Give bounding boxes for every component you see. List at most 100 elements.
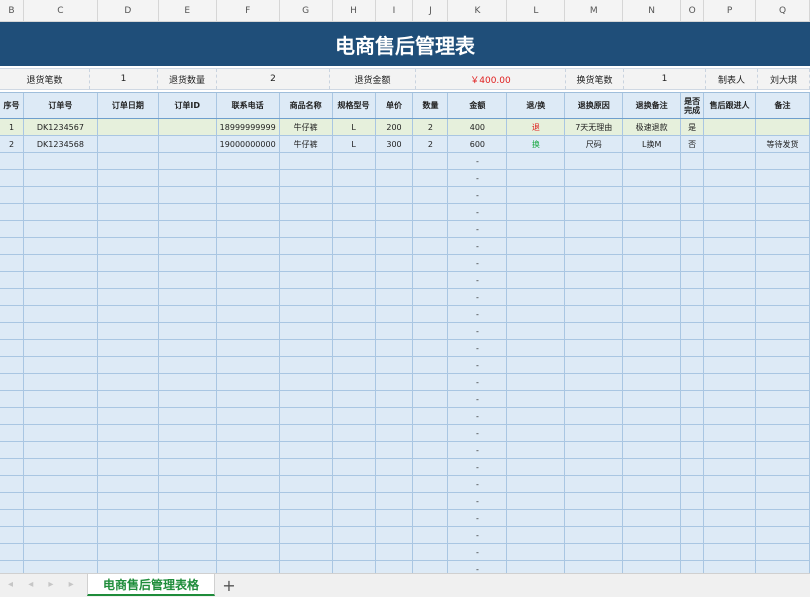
column-letter-n[interactable]: N bbox=[623, 0, 682, 21]
table-cell[interactable] bbox=[756, 527, 810, 543]
table-cell[interactable] bbox=[681, 527, 705, 543]
table-cell[interactable] bbox=[280, 357, 333, 373]
table-cell[interactable] bbox=[333, 408, 376, 424]
table-cell[interactable] bbox=[98, 391, 159, 407]
table-cell[interactable] bbox=[681, 187, 705, 203]
header-cell[interactable]: 订单ID bbox=[159, 93, 217, 118]
table-cell[interactable] bbox=[280, 544, 333, 560]
table-cell[interactable] bbox=[623, 357, 682, 373]
table-cell[interactable] bbox=[24, 289, 98, 305]
table-cell[interactable] bbox=[159, 289, 217, 305]
table-cell[interactable] bbox=[280, 187, 333, 203]
table-cell[interactable] bbox=[333, 527, 376, 543]
header-cell[interactable]: 商品名称 bbox=[280, 93, 333, 118]
table-cell[interactable] bbox=[681, 170, 705, 186]
table-cell[interactable] bbox=[98, 153, 159, 169]
table-cell[interactable] bbox=[98, 340, 159, 356]
table-cell[interactable] bbox=[333, 289, 376, 305]
table-cell[interactable] bbox=[159, 408, 217, 424]
table-cell[interactable] bbox=[24, 476, 98, 492]
table-cell[interactable]: - bbox=[448, 527, 508, 543]
table-cell[interactable] bbox=[565, 340, 624, 356]
table-cell[interactable] bbox=[413, 544, 449, 560]
table-cell[interactable] bbox=[413, 391, 449, 407]
table-cell[interactable] bbox=[681, 153, 705, 169]
table-cell[interactable] bbox=[24, 408, 98, 424]
table-cell[interactable] bbox=[0, 442, 24, 458]
table-cell[interactable] bbox=[98, 408, 159, 424]
table-cell[interactable] bbox=[623, 425, 682, 441]
table-cell[interactable] bbox=[159, 459, 217, 475]
table-cell[interactable] bbox=[681, 391, 705, 407]
table-cell[interactable] bbox=[507, 544, 566, 560]
summary-label-return-qty[interactable]: 退货数量 bbox=[158, 69, 217, 89]
summary-value-exchange-count[interactable]: 1 bbox=[624, 69, 706, 89]
table-cell[interactable] bbox=[333, 170, 376, 186]
table-cell[interactable] bbox=[333, 340, 376, 356]
table-cell[interactable] bbox=[507, 459, 566, 475]
table-cell[interactable] bbox=[704, 221, 757, 237]
table-cell[interactable]: 18999999999 bbox=[217, 119, 280, 135]
table-cell[interactable] bbox=[623, 459, 682, 475]
table-cell[interactable] bbox=[376, 340, 414, 356]
table-cell[interactable] bbox=[98, 136, 159, 152]
table-cell[interactable] bbox=[681, 357, 705, 373]
table-cell[interactable] bbox=[24, 510, 98, 526]
table-cell[interactable] bbox=[98, 442, 159, 458]
table-cell[interactable] bbox=[704, 238, 757, 254]
table-cell[interactable] bbox=[24, 323, 98, 339]
table-cell[interactable] bbox=[24, 459, 98, 475]
table-cell[interactable]: 换 bbox=[507, 136, 566, 152]
column-letter-q[interactable]: Q bbox=[756, 0, 810, 21]
table-cell[interactable] bbox=[217, 425, 280, 441]
table-cell[interactable] bbox=[413, 204, 449, 220]
summary-label-return-amount[interactable]: 退货金额 bbox=[330, 69, 416, 89]
table-cell[interactable] bbox=[98, 204, 159, 220]
table-cell[interactable]: DK1234567 bbox=[24, 119, 98, 135]
table-cell[interactable] bbox=[0, 153, 24, 169]
table-cell[interactable] bbox=[704, 289, 757, 305]
table-cell[interactable] bbox=[376, 476, 414, 492]
table-cell[interactable] bbox=[24, 425, 98, 441]
table-cell[interactable] bbox=[24, 391, 98, 407]
table-cell[interactable] bbox=[0, 340, 24, 356]
column-letter-m[interactable]: M bbox=[565, 0, 624, 21]
table-cell[interactable] bbox=[333, 238, 376, 254]
table-cell[interactable] bbox=[704, 170, 757, 186]
table-cell[interactable] bbox=[0, 323, 24, 339]
table-cell[interactable] bbox=[565, 153, 624, 169]
table-cell[interactable] bbox=[756, 442, 810, 458]
table-cell[interactable] bbox=[24, 204, 98, 220]
table-cell[interactable] bbox=[159, 425, 217, 441]
column-letter-j[interactable]: J bbox=[413, 0, 449, 21]
table-cell[interactable] bbox=[565, 459, 624, 475]
table-cell[interactable] bbox=[217, 204, 280, 220]
table-cell[interactable] bbox=[565, 510, 624, 526]
table-cell[interactable]: 2 bbox=[413, 119, 449, 135]
table-cell[interactable] bbox=[280, 221, 333, 237]
table-cell[interactable] bbox=[756, 306, 810, 322]
table-cell[interactable]: 是 bbox=[681, 119, 705, 135]
table-cell[interactable] bbox=[507, 204, 566, 220]
column-letter-e[interactable]: E bbox=[159, 0, 217, 21]
table-cell[interactable]: - bbox=[448, 340, 508, 356]
table-cell[interactable] bbox=[333, 425, 376, 441]
table-cell[interactable] bbox=[98, 272, 159, 288]
table-cell[interactable] bbox=[623, 442, 682, 458]
table-cell[interactable] bbox=[0, 544, 24, 560]
table-cell[interactable] bbox=[0, 289, 24, 305]
table-cell[interactable] bbox=[159, 306, 217, 322]
table-cell[interactable] bbox=[376, 493, 414, 509]
table-cell[interactable] bbox=[217, 272, 280, 288]
table-cell[interactable] bbox=[333, 272, 376, 288]
table-cell[interactable] bbox=[565, 238, 624, 254]
table-cell[interactable] bbox=[756, 510, 810, 526]
table-cell[interactable] bbox=[0, 306, 24, 322]
table-cell[interactable] bbox=[98, 255, 159, 271]
table-cell[interactable] bbox=[376, 221, 414, 237]
summary-label-author[interactable]: 制表人 bbox=[706, 69, 758, 89]
table-cell[interactable] bbox=[0, 391, 24, 407]
table-cell[interactable] bbox=[704, 136, 757, 152]
table-cell[interactable] bbox=[565, 527, 624, 543]
table-cell[interactable] bbox=[507, 374, 566, 390]
